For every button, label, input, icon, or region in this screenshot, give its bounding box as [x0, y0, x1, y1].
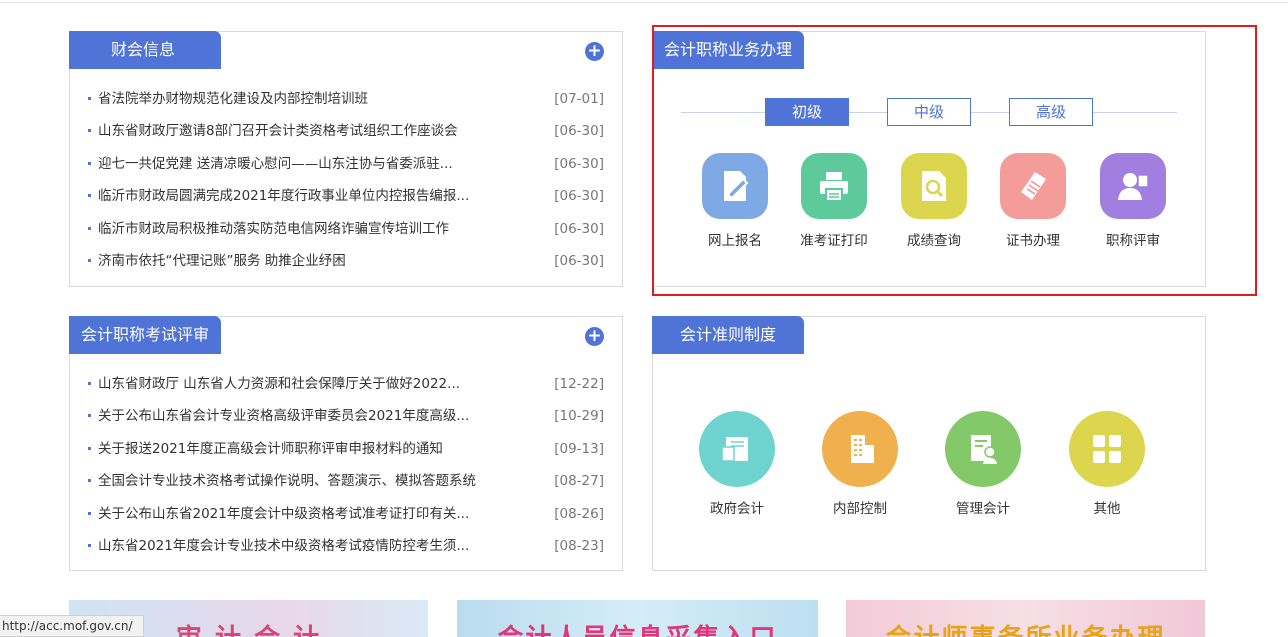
news-title-link[interactable]: 省法院举办财物规范化建设及内部控制培训班	[98, 88, 498, 110]
highlight-border	[652, 25, 1257, 296]
news-title-link[interactable]: 临沂市财政局圆满完成2021年度行政事业单位内控报告编报...	[98, 185, 498, 207]
news-date: [06-30]	[554, 252, 604, 269]
news-title-link[interactable]: 山东省2021年度会计专业技术中级资格考试疫情防控考生须...	[98, 535, 498, 557]
list-item: 关于报送2021年度正高级会计师职称评审申报材料的通知 [09-13]	[88, 438, 604, 470]
category-management-accounting[interactable]: 管理会计	[938, 411, 1028, 517]
news-date: [06-30]	[554, 123, 604, 140]
list-item: 山东省财政厅 山东省人力资源和社会保障厅关于做好2022... [12-22]	[88, 373, 604, 405]
status-bar-url: http://acc.mof.gov.cn/	[0, 615, 144, 637]
building-icon	[822, 411, 898, 487]
panel-title: 会计准则制度	[652, 316, 804, 354]
list-item: 临沂市财政局积极推动落实防范电信网络诈骗宣传培训工作 [06-30]	[88, 218, 604, 250]
manager-icon	[945, 411, 1021, 487]
news-date: [06-30]	[554, 155, 604, 172]
news-title-link[interactable]: 关于公布山东省会计专业资格高级评审委员会2021年度高级...	[98, 405, 498, 427]
standards-panel: 会计准则制度 政府会计 内部控制 管理会计 其他	[652, 316, 1206, 571]
news-date: [07-01]	[554, 91, 604, 107]
list-item: 迎七一共促党建 送清凉暖心慰问——山东注协与省委派驻... [06-30]	[88, 153, 604, 185]
list-item: 全国会计专业技术资格考试操作说明、答题演示、模拟答题系统 [08-27]	[88, 470, 604, 502]
news-title-link[interactable]: 山东省财政厅邀请8部门召开会计类资格考试组织工作座谈会	[98, 120, 498, 142]
more-plus-icon[interactable]: +	[585, 327, 604, 346]
finance-news-panel: 财会信息 + 省法院举办财物规范化建设及内部控制培训班 [07-01] 山东省财政…	[69, 31, 623, 287]
news-title-link[interactable]: 全国会计专业技术资格考试操作说明、答题演示、模拟答题系统	[98, 470, 498, 492]
news-date: [08-26]	[554, 505, 604, 522]
news-title-link[interactable]: 迎七一共促党建 送清凉暖心慰问——山东注协与省委派驻...	[98, 153, 498, 175]
category-other[interactable]: 其他	[1062, 411, 1152, 517]
news-list: 省法院举办财物规范化建设及内部控制培训班 [07-01] 山东省财政厅邀请8部门召…	[88, 88, 604, 282]
list-item: 省法院举办财物规范化建设及内部控制培训班 [07-01]	[88, 88, 604, 120]
news-date: [08-23]	[554, 537, 604, 554]
banner-firm-business[interactable]: 会计师事务所业务办理	[846, 600, 1205, 637]
news-date: [09-13]	[554, 440, 604, 457]
news-title-link[interactable]: 山东省财政厅 山东省人力资源和社会保障厅关于做好2022...	[98, 373, 498, 395]
news-title-link[interactable]: 关于公布山东省2021年度会计中级资格考试准考证打印有关...	[98, 503, 498, 525]
list-item: 山东省财政厅邀请8部门召开会计类资格考试组织工作座谈会 [06-30]	[88, 120, 604, 152]
category-government-accounting[interactable]: 政府会计	[692, 411, 782, 517]
list-item: 济南市依托“代理记账”服务 助推企业纾困 [06-30]	[88, 250, 604, 282]
exam-review-panel: 会计职称考试评审 + 山东省财政厅 山东省人力资源和社会保障厅关于做好2022.…	[69, 316, 623, 571]
panel-title: 会计职称考试评审	[69, 316, 221, 354]
banner-text: 会计人员信息采集入口	[457, 618, 818, 637]
list-item: 关于公布山东省2021年度会计中级资格考试准考证打印有关... [08-26]	[88, 503, 604, 535]
top-divider	[0, 2, 1288, 3]
news-date: [10-29]	[554, 408, 604, 425]
banner-text: 会计师事务所业务办理	[846, 618, 1205, 637]
news-title-link[interactable]: 济南市依托“代理记账”服务 助推企业纾困	[98, 250, 498, 272]
category-label: 内部控制	[833, 501, 887, 517]
category-label: 管理会计	[956, 501, 1010, 517]
news-date: [06-30]	[554, 220, 604, 237]
more-plus-icon[interactable]: +	[585, 42, 604, 61]
panel-title: 财会信息	[69, 31, 221, 69]
grid-icon	[1069, 411, 1145, 487]
list-item: 关于公布山东省会计专业资格高级评审委员会2021年度高级... [10-29]	[88, 405, 604, 437]
list-item: 山东省2021年度会计专业技术中级资格考试疫情防控考生须... [08-23]	[88, 535, 604, 567]
news-title-link[interactable]: 临沂市财政局积极推动落实防范电信网络诈骗宣传培训工作	[98, 218, 498, 240]
news-date: [08-27]	[554, 473, 604, 490]
news-list: 山东省财政厅 山东省人力资源和社会保障厅关于做好2022... [12-22] 关…	[88, 373, 604, 567]
book-icon	[699, 411, 775, 487]
category-label: 政府会计	[710, 501, 764, 517]
category-label: 其他	[1093, 501, 1121, 517]
news-date: [12-22]	[554, 376, 604, 392]
category-internal-control[interactable]: 内部控制	[815, 411, 905, 517]
news-title-link[interactable]: 关于报送2021年度正高级会计师职称评审申报材料的通知	[98, 438, 498, 460]
list-item: 临沂市财政局圆满完成2021年度行政事业单位内控报告编报... [06-30]	[88, 185, 604, 217]
banner-personnel-info[interactable]: 会计人员信息采集入口	[457, 600, 818, 637]
news-date: [06-30]	[554, 188, 604, 205]
